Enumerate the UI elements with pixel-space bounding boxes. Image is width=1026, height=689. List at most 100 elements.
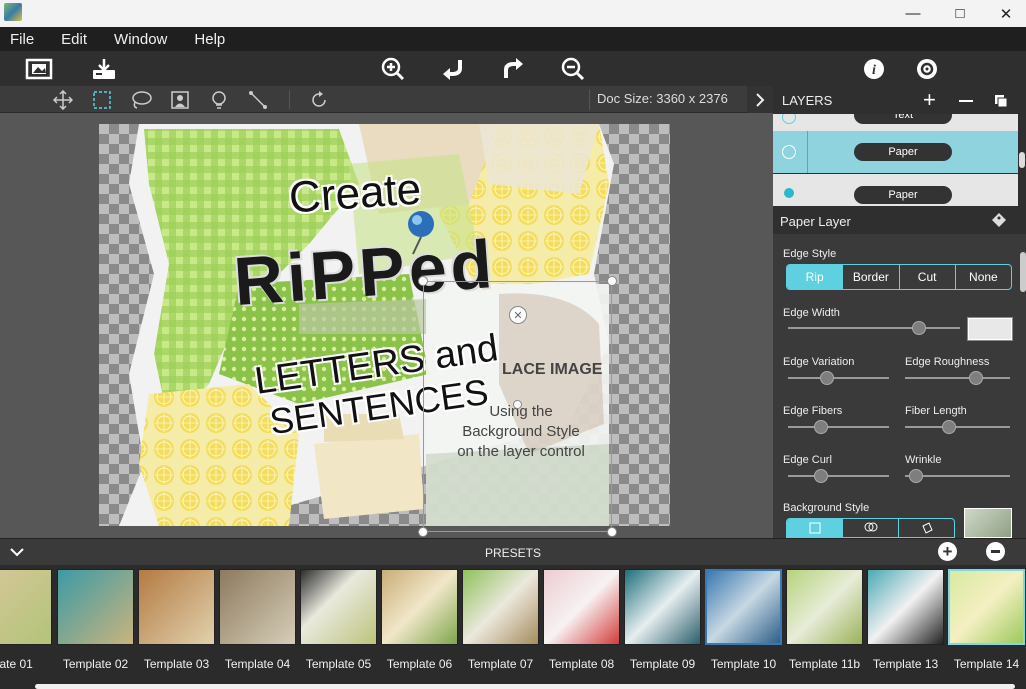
- panel-scrollbar[interactable]: [1020, 252, 1026, 292]
- bg-fill-icon[interactable]: [898, 519, 954, 537]
- move-tool-icon[interactable]: [51, 88, 75, 112]
- layer-divider: [807, 131, 808, 173]
- menu-bar: File Edit Window Help: [0, 27, 1026, 51]
- preset-thumbnail[interactable]: [57, 569, 134, 645]
- preset-thumbnail[interactable]: [462, 569, 539, 645]
- add-preset-icon[interactable]: +: [938, 542, 957, 561]
- rotate-icon[interactable]: [307, 88, 331, 112]
- lightbulb-icon[interactable]: [207, 88, 231, 112]
- zoom-in-icon[interactable]: [378, 55, 408, 83]
- preset-label: Template 09: [629, 657, 696, 671]
- preset-label: Template 03: [143, 657, 210, 671]
- preset-label: Template 10: [710, 657, 777, 671]
- close-button[interactable]: ✕: [983, 0, 1026, 27]
- wrinkle-label: Wrinkle: [905, 454, 942, 466]
- menu-file[interactable]: File: [10, 31, 34, 48]
- preset-thumbnail-selected[interactable]: [948, 569, 1025, 645]
- preset-thumbnail[interactable]: [705, 569, 782, 645]
- edge-width-slider[interactable]: [788, 321, 960, 335]
- lasso-tool-icon[interactable]: [129, 88, 153, 112]
- layer-row-paper[interactable]: Paper: [773, 174, 1018, 206]
- edge-style-border[interactable]: Border: [842, 265, 898, 289]
- edge-style-none[interactable]: None: [954, 265, 1011, 289]
- preset-thumbnail[interactable]: [867, 569, 944, 645]
- collapse-chevron-icon[interactable]: [10, 545, 24, 557]
- preset-thumbnail[interactable]: [300, 569, 377, 645]
- fiber-length-label: Fiber Length: [905, 405, 967, 417]
- edge-style-rip[interactable]: Rip: [787, 265, 843, 289]
- toolbar-divider: [289, 90, 290, 109]
- remove-layer-icon[interactable]: [959, 100, 973, 102]
- line-tool-icon[interactable]: [246, 88, 270, 112]
- layer-row-text[interactable]: Text: [773, 114, 1018, 131]
- presets-scrollbar[interactable]: [35, 684, 1015, 689]
- preset-thumbnail[interactable]: [624, 569, 701, 645]
- wrinkle-slider[interactable]: [905, 469, 1010, 483]
- resize-handle-tr[interactable]: [607, 276, 617, 286]
- menu-edit[interactable]: Edit: [61, 31, 87, 48]
- bg-color-mix-icon[interactable]: [842, 519, 898, 537]
- fiber-length-knob[interactable]: [942, 420, 957, 434]
- zoom-out-icon[interactable]: [558, 55, 588, 83]
- layer-visibility-icon[interactable]: [782, 145, 796, 159]
- info-icon[interactable]: i: [859, 55, 889, 83]
- paper-tag-icon[interactable]: [991, 212, 1007, 228]
- edge-style-segmented: Rip Border Cut None: [786, 264, 1012, 290]
- background-thumbnail[interactable]: [964, 508, 1012, 538]
- edge-roughness-knob[interactable]: [969, 371, 984, 385]
- edge-curl-knob[interactable]: [814, 469, 829, 483]
- layer-name: Paper: [854, 143, 952, 161]
- preset-thumbnail[interactable]: [381, 569, 458, 645]
- edge-variation-slider[interactable]: [788, 371, 889, 385]
- preset-thumbnail[interactable]: [0, 569, 52, 645]
- layer-name: Paper: [854, 186, 952, 204]
- resize-handle-bl[interactable]: [418, 527, 428, 537]
- preset-label: Template 06: [386, 657, 453, 671]
- bg-image-icon[interactable]: [787, 519, 842, 537]
- fiber-length-slider[interactable]: [905, 420, 1010, 434]
- wrinkle-knob[interactable]: [908, 469, 923, 483]
- preset-thumbnail[interactable]: [543, 569, 620, 645]
- save-download-icon[interactable]: [89, 55, 119, 83]
- delete-selection-icon[interactable]: ✕: [509, 306, 527, 324]
- add-layer-icon[interactable]: +: [923, 88, 941, 112]
- rect-select-tool-icon[interactable]: [90, 88, 114, 112]
- edge-variation-knob[interactable]: [820, 371, 835, 385]
- settings-icon[interactable]: [912, 55, 942, 83]
- presets-title: PRESETS: [485, 546, 542, 560]
- undo-icon[interactable]: [438, 55, 468, 83]
- preset-label: Template 04: [224, 657, 291, 671]
- edge-roughness-slider[interactable]: [905, 371, 1010, 385]
- preset-label: Template 08: [548, 657, 615, 671]
- portrait-tool-icon[interactable]: [168, 88, 192, 112]
- edge-style-cut[interactable]: Cut: [898, 265, 955, 289]
- edge-width-knob[interactable]: [911, 321, 926, 335]
- doc-size-readout: Doc Size: 3360 x 2376: [597, 91, 728, 106]
- center-handle[interactable]: [513, 400, 522, 409]
- preset-thumbnail[interactable]: [786, 569, 863, 645]
- open-image-icon[interactable]: [24, 55, 54, 83]
- resize-handle-tl[interactable]: [418, 276, 428, 286]
- duplicate-layer-icon[interactable]: [995, 94, 1008, 108]
- menu-help[interactable]: Help: [194, 31, 225, 48]
- chevron-right-icon[interactable]: [747, 86, 773, 113]
- layer-visibility-icon[interactable]: [784, 188, 794, 198]
- remove-preset-icon[interactable]: [986, 542, 1005, 561]
- layers-scrollbar[interactable]: [1019, 152, 1025, 168]
- preset-thumbnail[interactable]: [138, 569, 215, 645]
- edge-fibers-knob[interactable]: [814, 420, 829, 434]
- maximize-button[interactable]: □: [937, 0, 983, 27]
- layers-title: LAYERS: [782, 93, 833, 108]
- preset-thumbnail[interactable]: [219, 569, 296, 645]
- create-text: Create: [287, 164, 423, 223]
- resize-handle-br[interactable]: [607, 527, 617, 537]
- edge-width-color-swatch[interactable]: [967, 317, 1013, 341]
- minimize-button[interactable]: —: [890, 0, 936, 27]
- edge-width-label: Edge Width: [783, 307, 840, 319]
- layer-row-paper-selected[interactable]: Paper: [773, 131, 1018, 173]
- redo-icon[interactable]: [498, 55, 528, 83]
- edge-curl-slider[interactable]: [788, 469, 889, 483]
- edge-fibers-slider[interactable]: [788, 420, 889, 434]
- menu-window[interactable]: Window: [114, 31, 167, 48]
- layer-visibility-icon[interactable]: [782, 114, 796, 124]
